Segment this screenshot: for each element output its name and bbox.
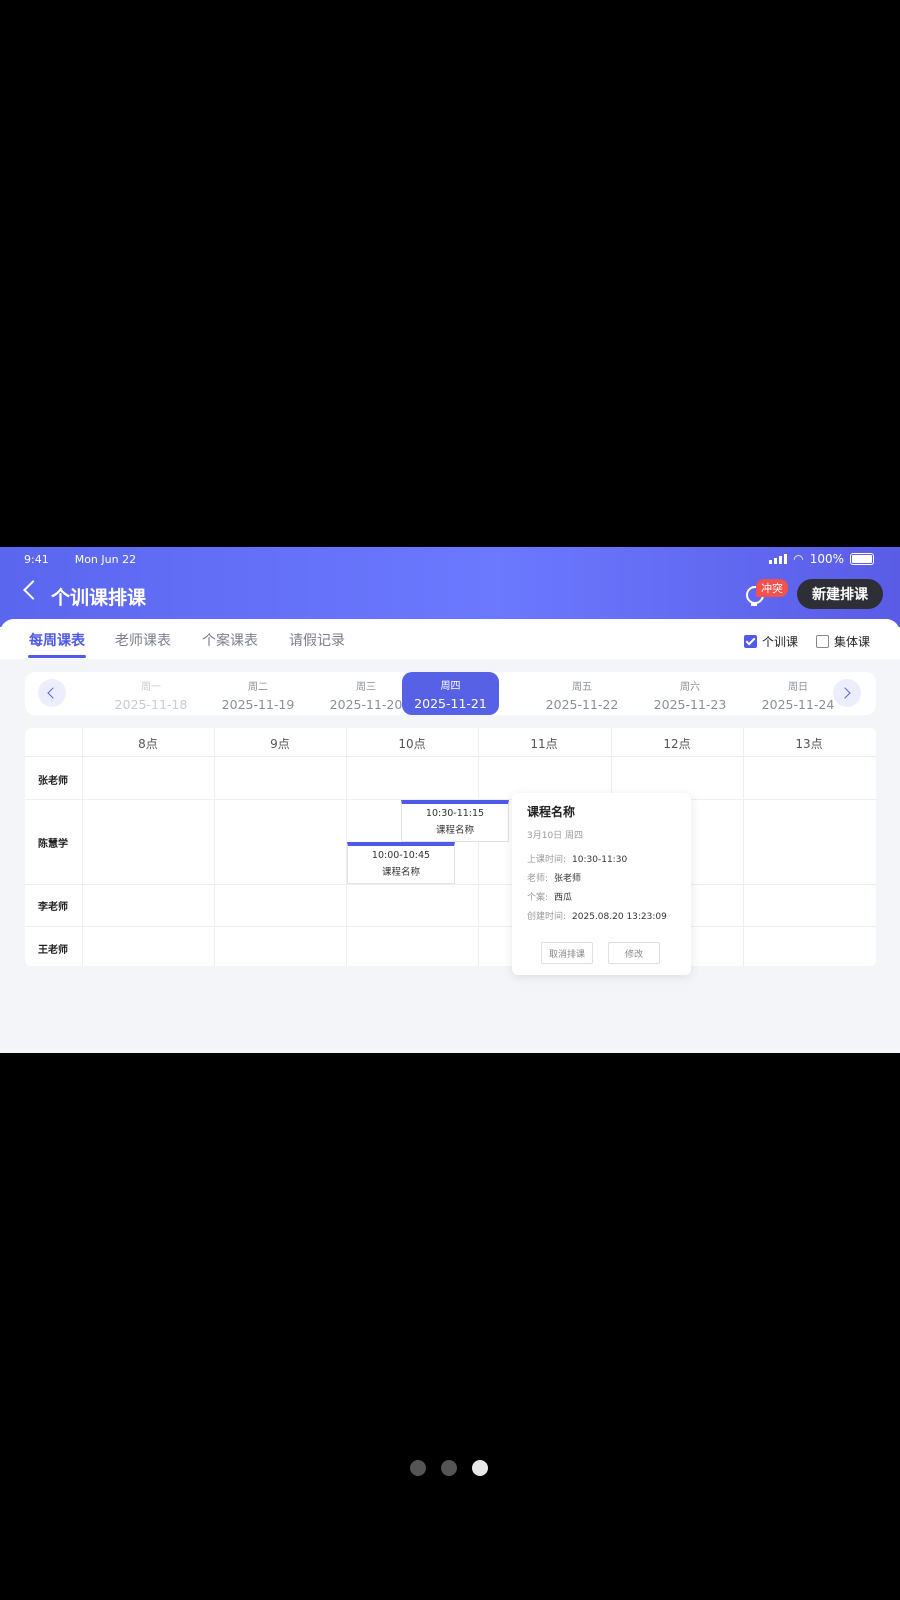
page-dot[interactable] xyxy=(441,1460,457,1476)
tab-weekly[interactable]: 每周课表 xyxy=(29,630,85,650)
tab-leave[interactable]: 请假记录 xyxy=(289,630,345,650)
day-fri[interactable]: 周五 2025-11-22 xyxy=(535,676,629,712)
battery-percent: 100% xyxy=(809,552,844,566)
new-schedule-button[interactable]: 新建排课 xyxy=(797,579,883,609)
day-date: 2025-11-18 xyxy=(114,697,188,712)
hour-header: 9点 xyxy=(270,737,290,751)
hour-header: 10点 xyxy=(398,737,426,751)
battery-icon xyxy=(850,553,874,565)
status-date: Mon Jun 22 xyxy=(74,553,137,566)
row-label: 王老师 xyxy=(38,945,68,956)
grid-line xyxy=(82,728,83,966)
edit-button[interactable]: 修改 xyxy=(608,942,660,964)
day-weekday: 周三 xyxy=(356,682,376,693)
filter-group[interactable]: 集体课 xyxy=(816,633,870,650)
page-dot[interactable] xyxy=(410,1460,426,1476)
grid-line xyxy=(214,728,215,966)
popover-field: 创建时间: 2025.08.20 13:23:09 xyxy=(527,909,667,922)
day-date: 2025-11-24 xyxy=(761,697,835,712)
day-sat[interactable]: 周六 2025-11-23 xyxy=(643,676,737,712)
page-indicator xyxy=(410,1460,488,1476)
field-label: 老师: xyxy=(527,874,549,884)
page-title: 个训课排课 xyxy=(51,587,147,609)
grid-line xyxy=(25,884,876,885)
field-value: 张老师 xyxy=(554,874,582,884)
day-mon[interactable]: 周一 2025-11-18 xyxy=(104,676,198,712)
day-date: 2025-11-22 xyxy=(545,697,619,712)
day-wed[interactable]: 周三 2025-11-20 xyxy=(319,676,413,712)
event-name: 课程名称 xyxy=(435,825,474,836)
active-tab-indicator xyxy=(28,655,86,658)
hour-header: 13点 xyxy=(795,737,823,751)
day-selector: 周一 2025-11-18 周二 2025-11-19 周三 2025-11-2… xyxy=(25,672,876,715)
day-weekday: 周日 xyxy=(788,682,808,693)
status-indicators: ◠ 100% xyxy=(769,552,874,566)
hour-header: 8点 xyxy=(138,737,158,751)
tab-case[interactable]: 个案课表 xyxy=(202,630,258,650)
chevron-right-icon xyxy=(839,687,851,699)
hour-header: 12点 xyxy=(663,737,691,751)
page-dot-active[interactable] xyxy=(472,1460,488,1476)
schedule-event[interactable]: 10:00-10:45 课程名称 xyxy=(347,842,455,884)
popover-field: 老师: 张老师 xyxy=(527,871,581,884)
field-label: 上课时间: xyxy=(527,855,567,865)
popover-field: 个案: 西瓜 xyxy=(527,890,572,903)
field-value: 2025.08.20 13:23:09 xyxy=(572,912,667,922)
conflict-badge[interactable]: 冲突 xyxy=(756,579,788,597)
day-tue[interactable]: 周二 2025-11-19 xyxy=(211,676,305,712)
cancel-schedule-button[interactable]: 取消排课 xyxy=(541,942,593,964)
day-weekday: 周四 xyxy=(440,681,461,692)
day-date: 2025-11-21 xyxy=(414,696,487,711)
next-week-button[interactable] xyxy=(833,679,861,707)
day-weekday: 周六 xyxy=(680,682,700,693)
status-bar: 9:41 Mon Jun 22 xyxy=(24,553,136,566)
grid-line xyxy=(25,926,876,927)
day-thu-selected[interactable]: 周四 2025-11-21 xyxy=(402,672,499,715)
row-label: 张老师 xyxy=(38,776,68,787)
tab-bar: 每周课表 老师课表 个案课表 请假记录 个训课 集体课 xyxy=(0,619,900,659)
cellular-signal-icon xyxy=(769,554,788,564)
day-date: 2025-11-23 xyxy=(653,697,727,712)
filter-individual-label: 个训课 xyxy=(762,635,799,649)
wifi-icon: ◠ xyxy=(793,552,804,566)
field-label: 创建时间: xyxy=(527,912,567,922)
row-label: 李老师 xyxy=(38,902,68,913)
main-card: 每周课表 老师课表 个案课表 请假记录 个训课 集体课 周一 2025-11-1… xyxy=(0,619,900,1053)
day-date: 2025-11-19 xyxy=(221,697,295,712)
day-weekday: 周一 xyxy=(141,682,161,693)
status-time: 9:41 xyxy=(24,553,49,566)
schedule-grid: 8点 9点 10点 11点 12点 13点 张老师 陈慧学 李老师 王老师 10… xyxy=(25,728,876,966)
field-value: 西瓜 xyxy=(554,893,573,903)
popover-subtitle: 3月10日 周四 xyxy=(527,831,584,841)
tab-teacher[interactable]: 老师课表 xyxy=(115,630,171,650)
field-value: 10:30-11:30 xyxy=(572,855,628,865)
day-sun[interactable]: 周日 2025-11-24 xyxy=(751,676,845,712)
prev-week-button[interactable] xyxy=(38,679,66,707)
event-detail-popover: 课程名称 3月10日 周四 上课时间: 10:30-11:30 老师: 张老师 个案… xyxy=(512,793,691,975)
event-time: 10:30-11:15 xyxy=(425,808,485,819)
app-screen: 9:41 Mon Jun 22 ◠ 100% 个训课排课 冲突 新建排课 每周课表… xyxy=(0,547,900,1053)
popover-field: 上课时间: 10:30-11:30 xyxy=(527,852,627,865)
hour-header: 11点 xyxy=(530,737,558,751)
grid-line xyxy=(25,756,876,757)
grid-line xyxy=(478,728,479,966)
event-name: 课程名称 xyxy=(381,867,420,878)
schedule-event[interactable]: 10:30-11:15 课程名称 xyxy=(401,800,509,842)
day-weekday: 周二 xyxy=(248,682,268,693)
checkbox-checked-icon[interactable] xyxy=(744,635,757,648)
grid-line xyxy=(743,728,744,966)
day-weekday: 周五 xyxy=(572,682,592,693)
field-label: 个案: xyxy=(527,893,549,903)
day-date: 2025-11-20 xyxy=(329,697,403,712)
popover-title: 课程名称 xyxy=(527,805,576,819)
row-label: 陈慧学 xyxy=(38,839,68,850)
filter-group-label: 集体课 xyxy=(834,635,871,649)
event-time: 10:00-10:45 xyxy=(371,850,431,861)
chevron-left-icon xyxy=(47,687,59,699)
filter-individual[interactable]: 个训课 xyxy=(744,633,798,650)
checkbox-unchecked-icon[interactable] xyxy=(816,635,829,648)
